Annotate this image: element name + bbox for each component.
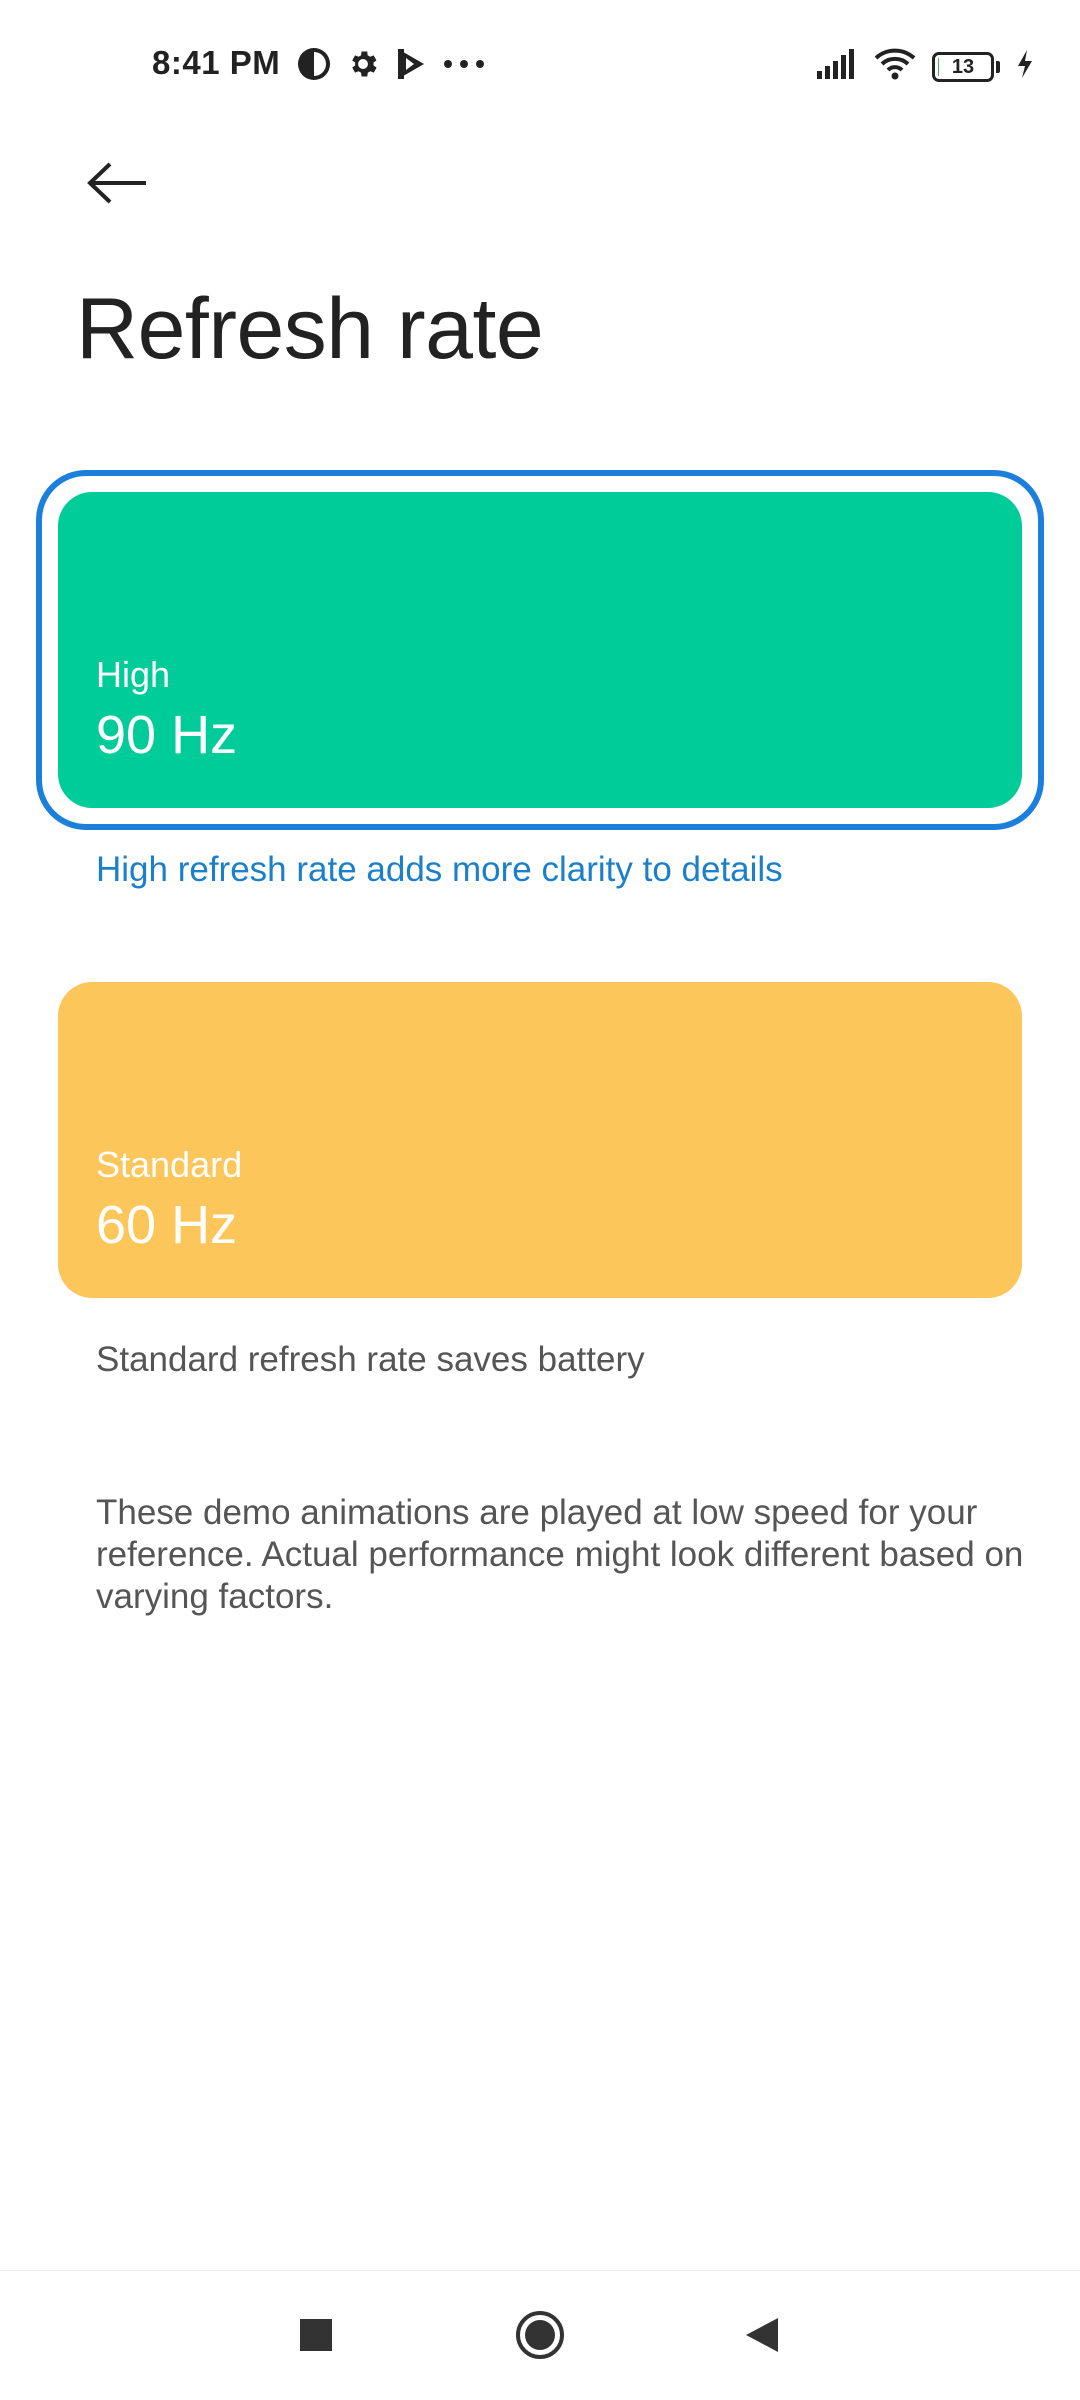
more-dots-icon — [442, 58, 486, 70]
recents-button[interactable] — [278, 2299, 354, 2375]
recents-square-icon — [298, 2317, 334, 2358]
arrow-left-icon — [86, 161, 150, 210]
option-description-standard: Standard refresh rate saves battery — [96, 1340, 645, 1379]
status-bar: 8:41 PM 13 — [0, 0, 1080, 140]
status-left-icons — [296, 46, 486, 82]
option-card-standard[interactable]: Standard 60 Hz — [58, 982, 1022, 1298]
notification-app-icon — [296, 46, 332, 82]
home-circle-icon — [514, 2309, 566, 2366]
option-card-high[interactable]: High 90 Hz — [36, 470, 1044, 830]
page-title: Refresh rate — [76, 281, 544, 377]
navigation-bar — [0, 2270, 1080, 2400]
home-button[interactable] — [502, 2299, 578, 2375]
option-value: 60 Hz — [96, 1195, 238, 1255]
refresh-rate-screen: 8:41 PM 13 Refresh rate High 90 Hz High … — [0, 0, 1080, 2400]
signal-icon — [816, 49, 858, 84]
info-text: These demo animations are played at low … — [96, 1493, 1024, 1616]
back-nav-button[interactable] — [724, 2299, 800, 2375]
battery-body: 13 — [932, 51, 994, 82]
battery-cap — [996, 60, 1000, 73]
back-button[interactable] — [78, 150, 158, 220]
status-time: 8:41 PM — [152, 44, 281, 81]
back-triangle-icon — [742, 2315, 782, 2360]
charging-icon — [1016, 49, 1034, 84]
status-right-icons: 13 — [816, 48, 1034, 85]
option-label: High — [96, 654, 171, 695]
option-value: 90 Hz — [96, 705, 238, 765]
option-label: Standard — [96, 1144, 243, 1185]
battery-level: 13 — [951, 55, 975, 78]
option-description-high: High refresh rate adds more clarity to d… — [96, 850, 783, 889]
gear-icon — [346, 47, 380, 81]
battery-icon: 13 — [932, 51, 1000, 82]
wifi-icon — [874, 48, 916, 85]
play-icon — [394, 46, 428, 82]
